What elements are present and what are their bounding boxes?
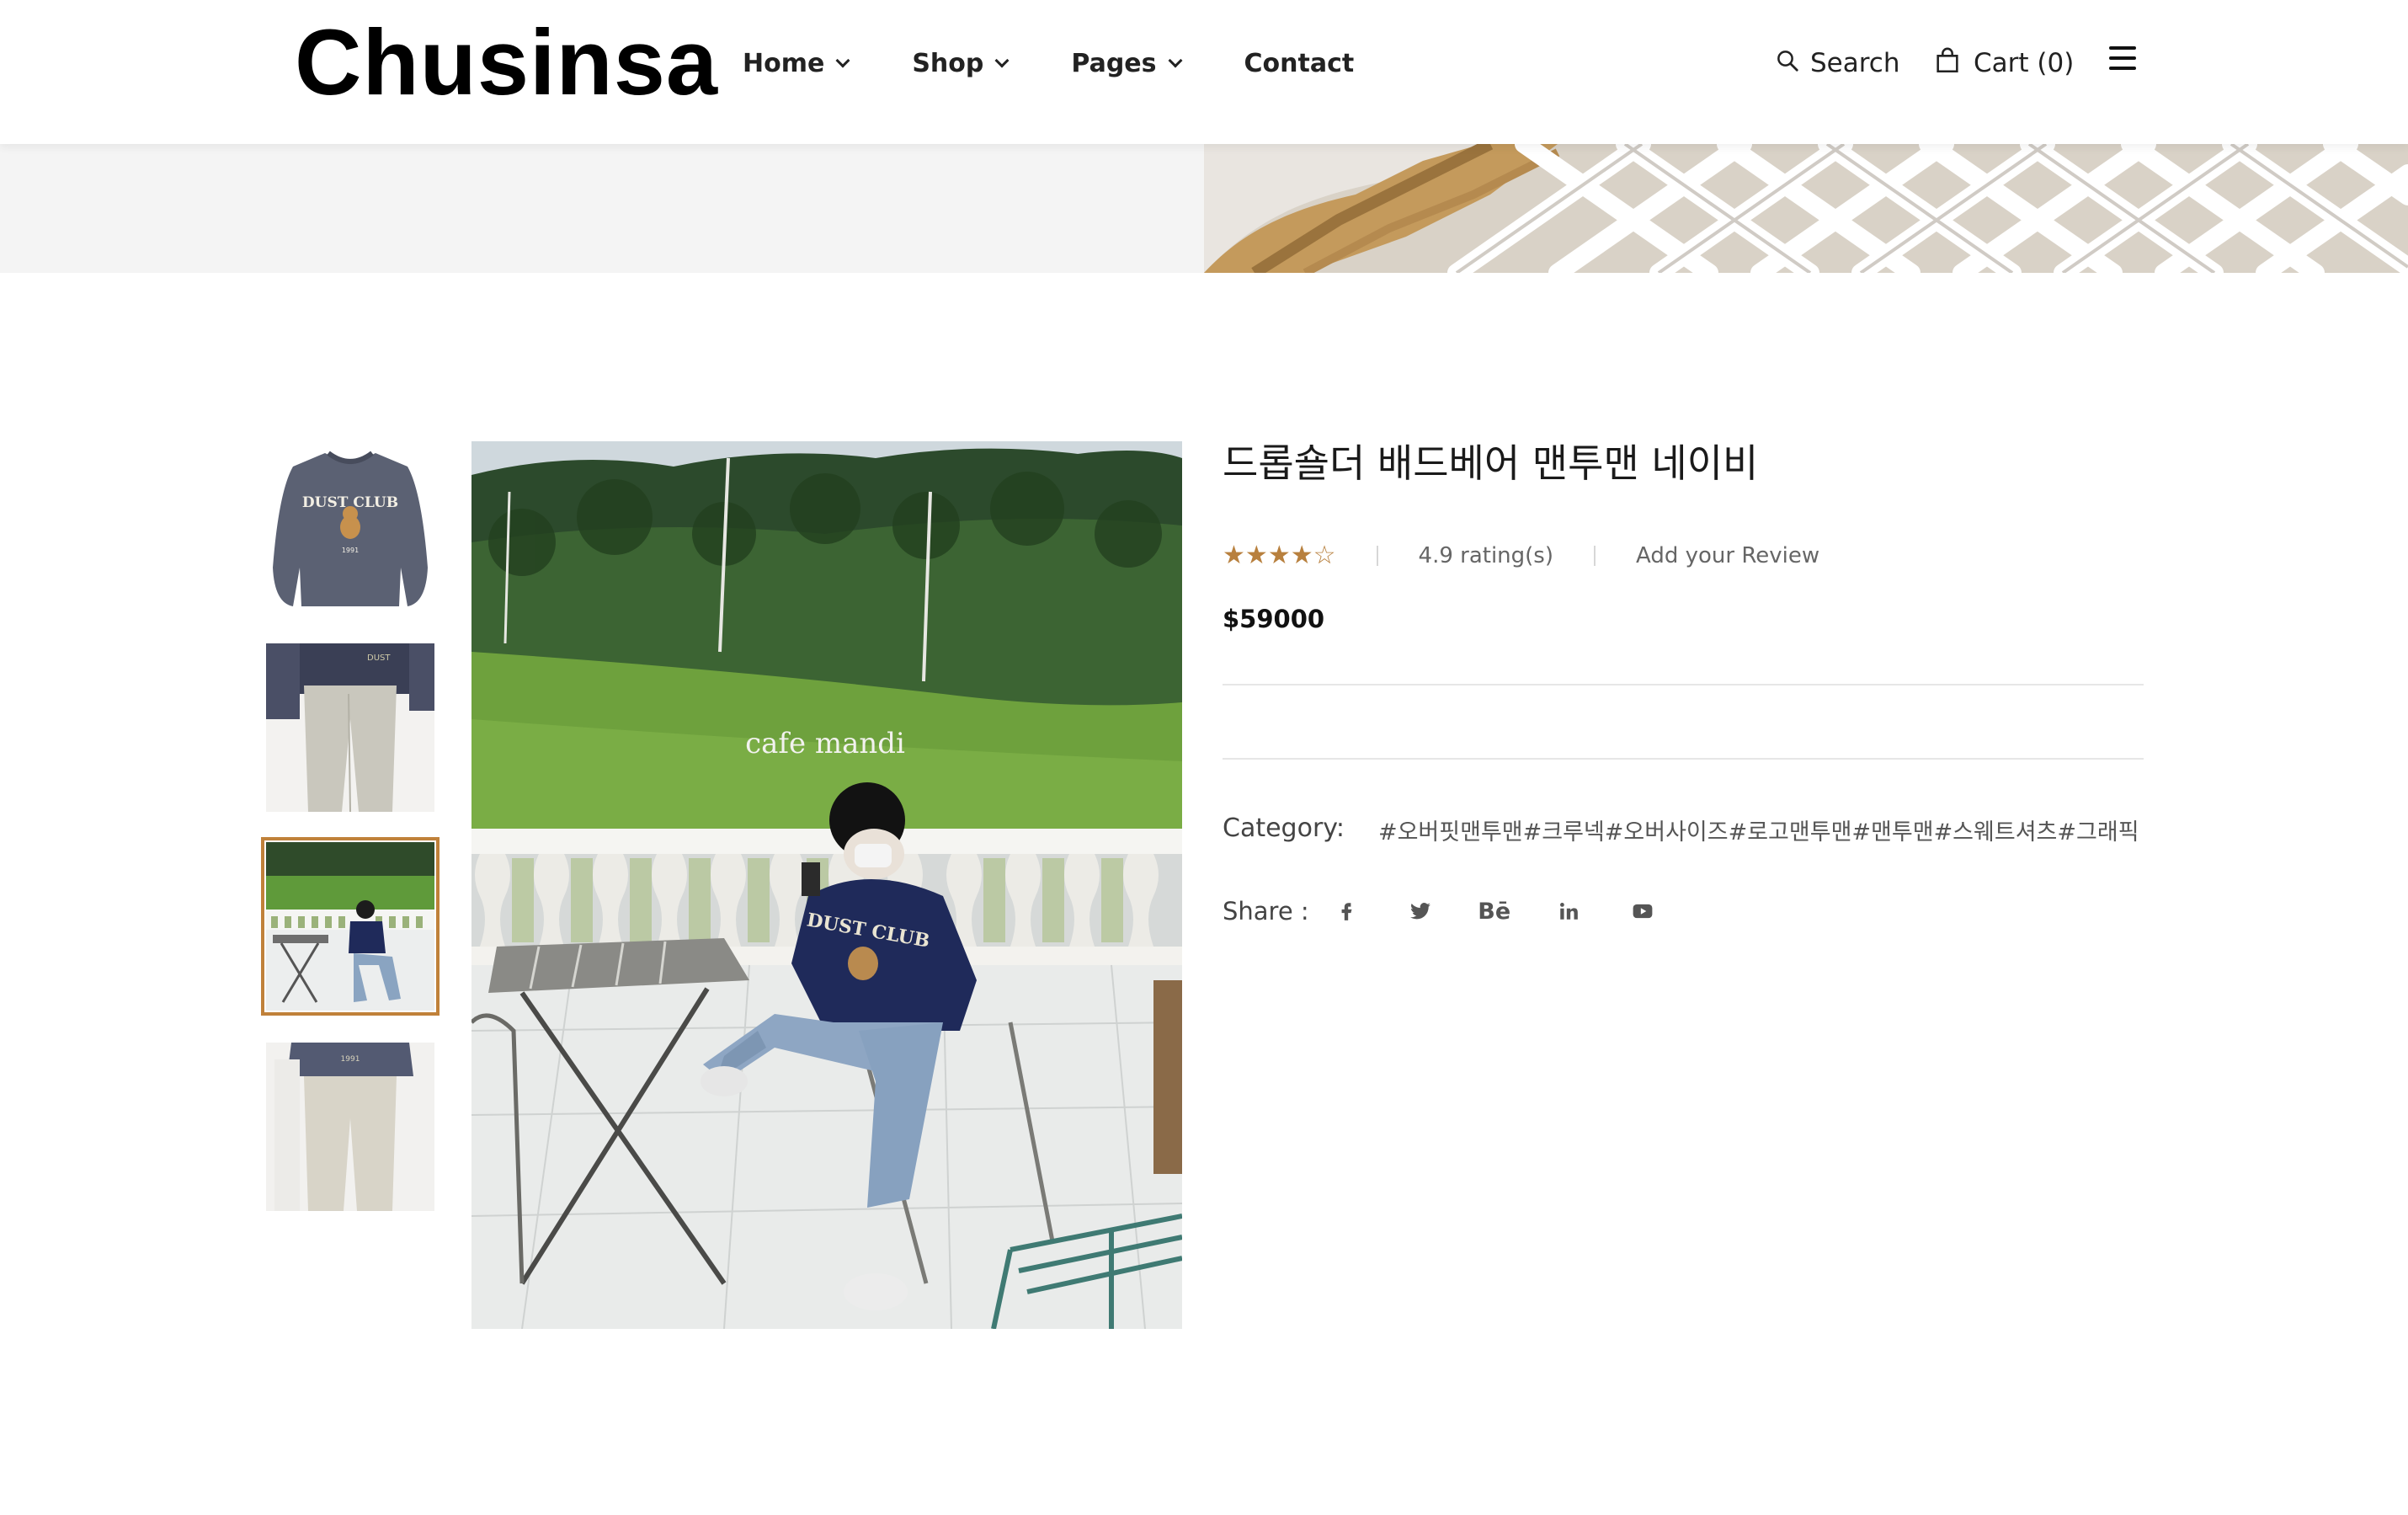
product-info: 드롭숄더 배드베어 맨투맨 네이비 ★★★★☆ 4.9 rating(s) Ad…	[1223, 438, 2144, 926]
model-standing-image: 1991	[266, 1043, 434, 1211]
product-title: 드롭숄더 배드베어 맨투맨 네이비	[1223, 440, 1759, 486]
thumbnail-model-pants[interactable]: DUST	[266, 643, 434, 812]
add-review-link[interactable]: Add your Review	[1636, 543, 1819, 568]
chevron-down-icon	[1168, 53, 1182, 68]
site-header: Chusinsa Home Shop Pages Contact Search …	[0, 0, 2408, 144]
shopping-bag-icon	[1937, 47, 1958, 73]
site-logo[interactable]: Chusinsa	[295, 8, 718, 118]
svg-text:1991: 1991	[342, 547, 359, 554]
thumbnail-model-standing[interactable]: 1991	[266, 1043, 434, 1211]
main-product-image[interactable]: cafe mandi DUST CLUB	[471, 441, 1182, 1329]
nav-item-label: Home	[743, 48, 825, 78]
divider	[1376, 545, 1378, 566]
search-label: Search	[1810, 48, 1900, 78]
category-tags[interactable]: #오버핏맨투맨#크루넥#오버사이즈#로고맨투맨#맨투맨#스웨트셔츠#그래픽	[1378, 814, 2139, 846]
divider	[1594, 545, 1596, 566]
model-outdoor-image	[266, 842, 434, 1011]
youtube-icon[interactable]	[1628, 896, 1658, 926]
facebook-icon[interactable]	[1331, 896, 1361, 926]
star-filled-icon: ★	[1267, 541, 1291, 570]
nav-item-shop[interactable]: Shop	[912, 42, 1010, 84]
thumbnail-model-outdoor-cafe[interactable]	[261, 837, 440, 1016]
star-empty-icon: ☆	[1313, 541, 1336, 570]
nav-item-home[interactable]: Home	[743, 42, 850, 84]
nav-item-contact[interactable]: Contact	[1244, 42, 1355, 84]
nav-item-pages[interactable]: Pages	[1071, 42, 1182, 84]
divider	[1223, 684, 2144, 685]
rating-text: 4.9 rating(s)	[1418, 542, 1553, 568]
nav-item-label: Shop	[912, 48, 984, 78]
search-button[interactable]: Search	[1775, 42, 1900, 84]
rating-row: ★★★★☆ 4.9 rating(s) Add your Review	[1223, 541, 1819, 570]
nav-item-label: Contact	[1244, 48, 1355, 78]
hamburger-menu-icon[interactable]	[2109, 46, 2139, 77]
star-filled-icon: ★	[1223, 541, 1245, 570]
share-label: Share :	[1223, 897, 1309, 926]
sweatshirt-image: DUST CLUB 1991	[266, 441, 434, 610]
cafe-sign-text: cafe mandi	[745, 727, 905, 760]
product-price: $59000	[1223, 605, 1325, 633]
category-row: Category: #오버핏맨투맨#크루넥#오버사이즈#로고맨투맨#맨투맨#스웨…	[1223, 814, 2139, 846]
category-label: Category:	[1223, 814, 1345, 843]
divider	[1223, 758, 2144, 760]
thumbnail-sweatshirt-front[interactable]: DUST CLUB 1991	[266, 441, 434, 610]
linkedin-icon[interactable]	[1553, 896, 1584, 926]
star-filled-icon: ★	[1244, 541, 1268, 570]
page-banner	[0, 144, 2408, 273]
twitter-icon[interactable]	[1405, 896, 1436, 926]
search-icon	[1777, 51, 1798, 72]
chevron-down-icon	[835, 53, 850, 68]
behance-icon[interactable]: Bē	[1478, 896, 1510, 926]
share-row: Share : Bē	[1223, 896, 1702, 926]
star-rating: ★★★★☆	[1223, 541, 1336, 570]
star-filled-icon: ★	[1290, 541, 1313, 570]
main-nav: Home Shop Pages Contact	[743, 42, 1418, 84]
model-outdoor-main-image: cafe mandi DUST CLUB	[471, 441, 1182, 1329]
cart-label: Cart (0)	[1974, 48, 2075, 78]
svg-text:DUST: DUST	[367, 653, 391, 663]
cart-button[interactable]: Cart (0)	[1933, 42, 2074, 84]
svg-text:1991: 1991	[341, 1055, 360, 1064]
nav-item-label: Pages	[1071, 48, 1157, 78]
woven-chair-banner-image	[1204, 144, 2408, 273]
chevron-down-icon	[994, 53, 1010, 68]
model-pants-image: DUST	[266, 643, 434, 812]
